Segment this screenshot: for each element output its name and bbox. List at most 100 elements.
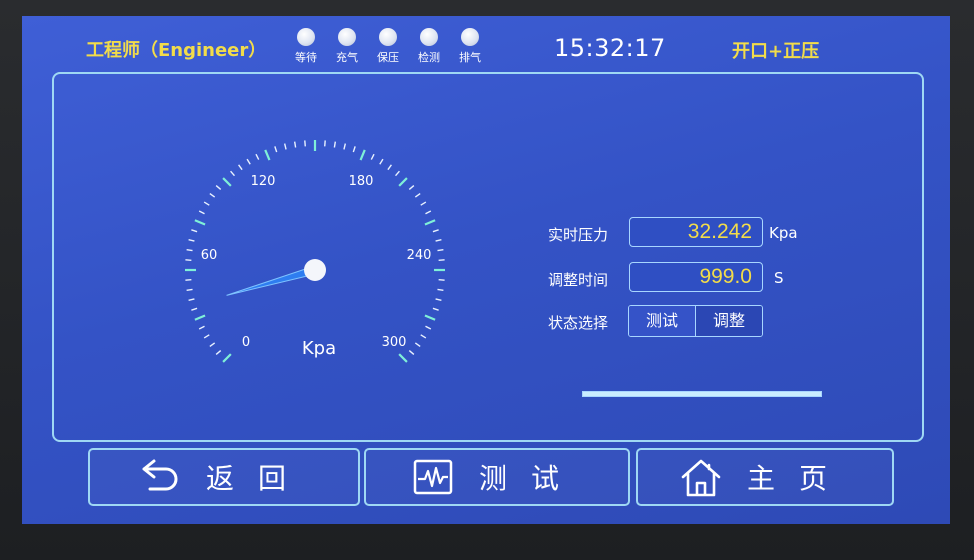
gauge-tick — [379, 158, 384, 165]
indicator-label: 排气 — [459, 51, 481, 64]
waveform-icon — [413, 459, 453, 495]
gauge-tick — [435, 298, 442, 302]
gauge-tick — [222, 177, 232, 187]
pressure-value: 32.242 — [629, 217, 763, 247]
test-mode: 开口+正压 — [732, 41, 820, 62]
gauge-tick — [191, 229, 198, 233]
pressure-label: 实时压力 — [548, 226, 609, 244]
gauge-tick-label: 300 — [382, 335, 407, 350]
gauge-tick — [370, 153, 375, 160]
gauge-tick — [222, 353, 232, 363]
gauge-tick-label: 180 — [349, 174, 374, 189]
gauge-tick — [264, 149, 271, 161]
gauge-tick — [398, 353, 408, 363]
indicator-label: 保压 — [377, 51, 399, 64]
gauge-tick — [387, 164, 392, 171]
state-select-label: 状态选择 — [548, 314, 609, 332]
gauge-tick — [424, 219, 436, 226]
home-label: 主页 — [746, 462, 851, 495]
gauge-tick — [194, 314, 206, 321]
gauge-tick — [188, 238, 195, 242]
gauge-tick — [255, 153, 260, 160]
back-label: 返回 — [205, 462, 310, 495]
gauge-tick — [198, 325, 205, 330]
gauge-tick — [188, 298, 195, 302]
home-button[interactable]: 主页 — [636, 448, 894, 506]
gauge-tick — [408, 349, 415, 355]
clock: 15:32:17 — [554, 34, 666, 62]
gauge-tick-label: 0 — [242, 335, 250, 350]
user-role: 工程师（Engineer） — [86, 40, 267, 61]
indicator-light — [420, 28, 438, 46]
gauge-tick — [424, 314, 436, 321]
indicator-hold: 保压 — [372, 28, 404, 65]
pressure-gauge: 0 60 120 180 240 300 Kpa — [185, 140, 445, 363]
hmi-screen: 工程师（Engineer） 等待 充气 保压 检测 排气 15:32:17 开口… — [22, 16, 950, 524]
indicator-label: 等待 — [295, 51, 317, 64]
indicator-light — [461, 28, 479, 46]
gauge-tick-label: 60 — [201, 248, 218, 263]
gauge-tick — [432, 307, 439, 311]
gauge-hub — [304, 259, 326, 281]
gauge-tick — [283, 143, 287, 150]
undo-arrow-icon — [142, 459, 178, 491]
gauge-tick — [293, 141, 297, 148]
indicator-detect: 检测 — [413, 28, 445, 65]
gauge-tick — [414, 342, 421, 347]
gauge-tick — [215, 349, 222, 355]
indicator-light — [297, 28, 315, 46]
back-button[interactable]: 返回 — [88, 448, 360, 506]
gauge-needle — [226, 265, 317, 296]
adjust-time-label: 调整时间 — [548, 271, 609, 289]
gauge-unit-label: Kpa — [302, 338, 336, 359]
gauge-tick — [209, 193, 216, 198]
gauge-tick-label: 240 — [407, 248, 432, 263]
gauge-tick — [420, 334, 427, 339]
state-option-test[interactable]: 测试 — [629, 306, 695, 336]
test-button[interactable]: 测试 — [364, 448, 630, 506]
gauge-tick — [408, 185, 415, 191]
gauge-tick — [215, 185, 222, 191]
gauge-tick — [333, 141, 337, 148]
gauge-tick — [437, 288, 444, 292]
gauge-tick — [186, 248, 193, 252]
gauge-tick — [274, 146, 278, 153]
gauge-tick — [191, 307, 198, 311]
gauge-tick — [194, 219, 206, 226]
indicator-exhaust: 排气 — [454, 28, 486, 65]
gauge-tick — [186, 288, 193, 292]
gauge-tick — [203, 334, 210, 339]
indicator-wait: 等待 — [290, 28, 322, 65]
indicator-label: 检测 — [418, 51, 440, 64]
progress-bar — [582, 391, 822, 397]
gauge-tick — [359, 149, 366, 161]
test-label: 测试 — [478, 462, 583, 495]
pressure-unit: Kpa — [769, 224, 798, 242]
gauge-tick — [238, 164, 243, 171]
indicator-light — [338, 28, 356, 46]
gauge-tick — [398, 177, 408, 187]
gauge-tick — [343, 143, 347, 150]
progress-fill — [583, 392, 821, 396]
state-option-adjust[interactable]: 调整 — [695, 306, 762, 336]
gauge-tick — [414, 193, 421, 198]
gauge-tick — [198, 210, 205, 215]
indicator-inflate: 充气 — [331, 28, 363, 65]
gauge-tick-label: 120 — [251, 174, 276, 189]
indicator-label: 充气 — [336, 51, 358, 64]
gauge-tick — [435, 238, 442, 242]
gauge-tick — [246, 158, 251, 165]
gauge-tick — [394, 170, 400, 177]
gauge-tick — [425, 325, 432, 330]
state-selector: 测试 调整 — [628, 305, 763, 337]
indicator-light — [379, 28, 397, 46]
status-indicators: 等待 充气 保压 检测 排气 — [290, 28, 486, 65]
adjust-time-unit: S — [774, 269, 784, 287]
main-panel: 0 60 120 180 240 300 Kpa 实时压力 32.242 Kpa… — [52, 72, 924, 442]
gauge-tick — [209, 342, 216, 347]
gauge-tick — [425, 210, 432, 215]
adjust-time-field[interactable]: 999.0 — [629, 262, 763, 292]
gauge-tick — [437, 248, 444, 252]
gauge-tick — [203, 201, 210, 206]
gauge-tick — [230, 170, 236, 177]
